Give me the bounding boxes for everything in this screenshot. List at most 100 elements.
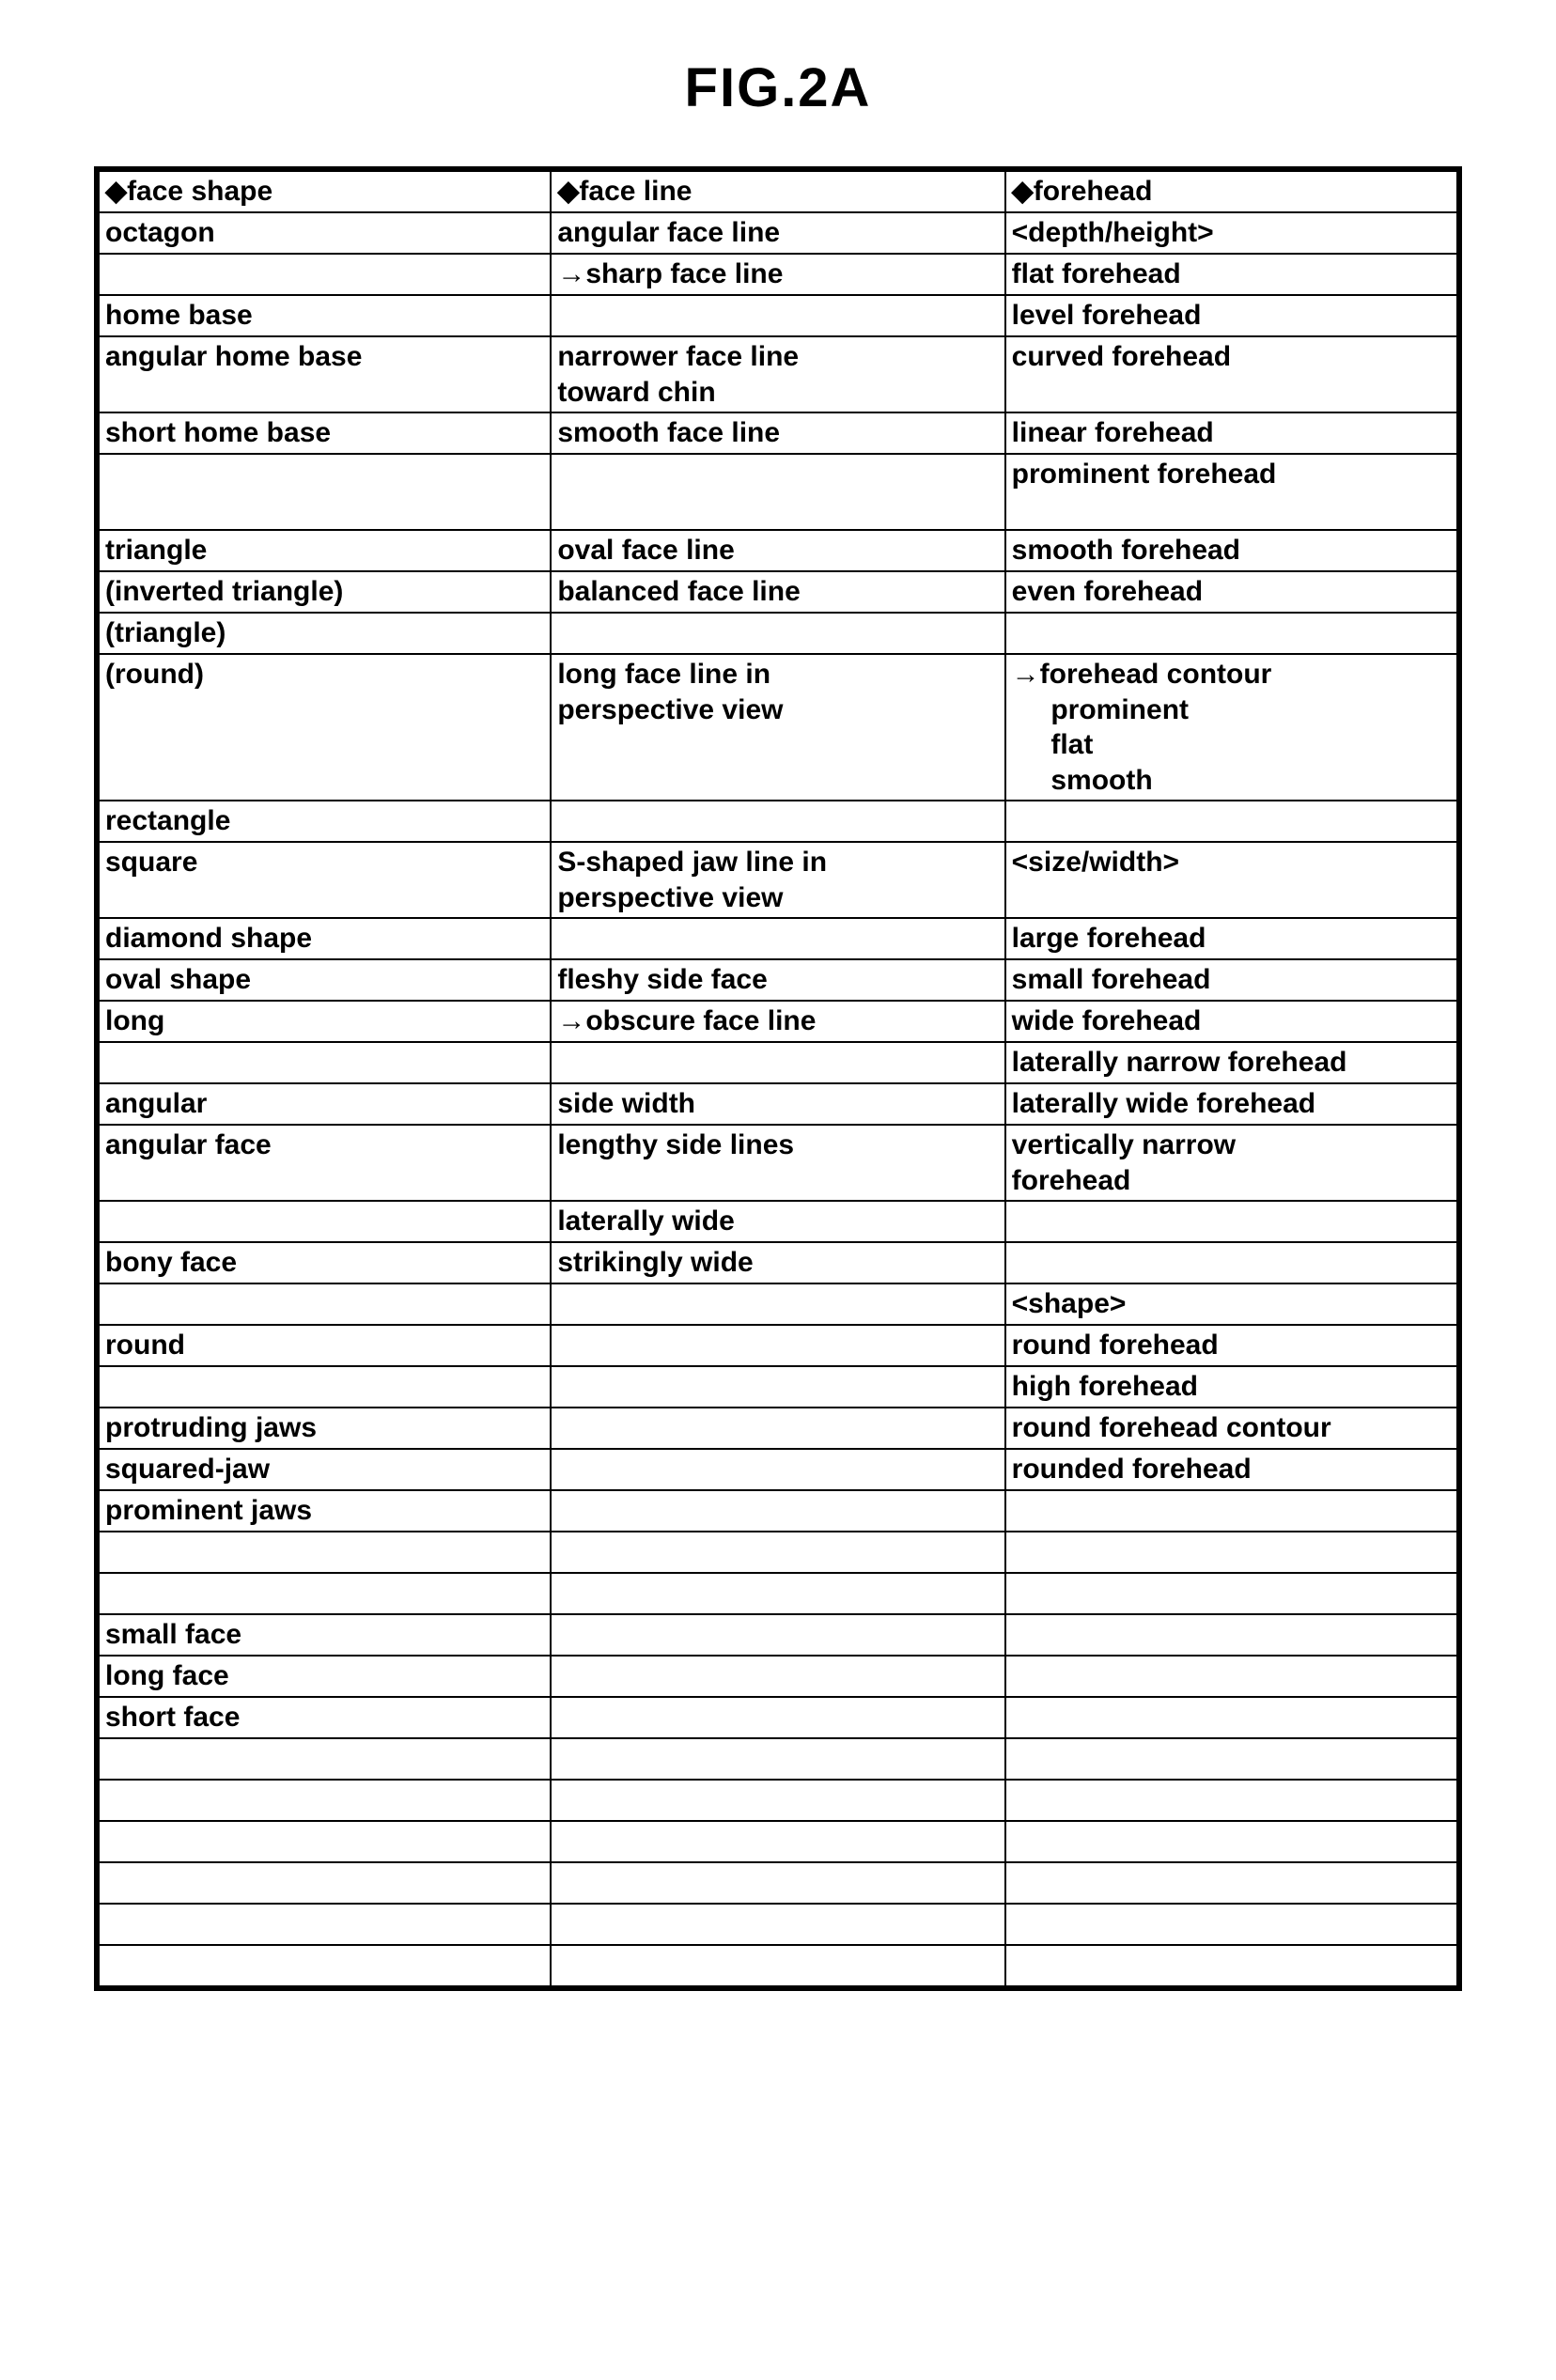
- table-cell: [551, 1656, 1004, 1697]
- table-cell: angular face line: [551, 212, 1004, 254]
- table-cell: [551, 1490, 1004, 1532]
- table-row: prominent forehead: [97, 454, 1459, 530]
- table-cell: [551, 1945, 1004, 1988]
- table-cell: linear forehead: [1005, 412, 1459, 454]
- table-cell: (inverted triangle): [97, 571, 551, 613]
- table-row: ◆face shape◆face line◆forehead: [97, 169, 1459, 212]
- table-row: squareS-shaped jaw line in perspective v…: [97, 842, 1459, 918]
- table-row: <shape>: [97, 1283, 1459, 1325]
- table-cell: [97, 1366, 551, 1408]
- table-cell: [1005, 801, 1459, 842]
- table-cell: ◆forehead: [1005, 169, 1459, 212]
- table-cell: side width: [551, 1083, 1004, 1125]
- table-cell: [1005, 1697, 1459, 1738]
- table-cell: [551, 1614, 1004, 1656]
- table-cell: [1005, 1573, 1459, 1614]
- table-cell: angular: [97, 1083, 551, 1125]
- table-cell: lengthy side lines: [551, 1125, 1004, 1201]
- table-cell: curved forehead: [1005, 336, 1459, 412]
- table-cell: [1005, 1656, 1459, 1697]
- table-cell: [551, 1904, 1004, 1945]
- table-cell: [551, 454, 1004, 530]
- table-cell: protruding jaws: [97, 1408, 551, 1449]
- table-cell: flat forehead: [1005, 254, 1459, 295]
- table-cell: [97, 1945, 551, 1988]
- table-cell: long face line in perspective view: [551, 654, 1004, 801]
- table-cell: →obscure face line: [551, 1001, 1004, 1042]
- table-cell: small forehead: [1005, 959, 1459, 1001]
- table-cell: square: [97, 842, 551, 918]
- table-cell: angular home base: [97, 336, 551, 412]
- table-row: (triangle): [97, 613, 1459, 654]
- table-cell: [97, 254, 551, 295]
- table-cell: [1005, 613, 1459, 654]
- table-row: [97, 1862, 1459, 1904]
- table-cell: [551, 1042, 1004, 1083]
- table-cell: round: [97, 1325, 551, 1366]
- table-cell: oval face line: [551, 530, 1004, 571]
- table-cell: [551, 1821, 1004, 1862]
- table-cell: (triangle): [97, 613, 551, 654]
- table-cell: [1005, 1614, 1459, 1656]
- table-cell: [551, 1738, 1004, 1780]
- table-cell: strikingly wide: [551, 1242, 1004, 1283]
- table-row: short home basesmooth face linelinear fo…: [97, 412, 1459, 454]
- table-cell: fleshy side face: [551, 959, 1004, 1001]
- table-cell: →sharp face line: [551, 254, 1004, 295]
- table-cell: [97, 1904, 551, 1945]
- table-cell: [97, 1780, 551, 1821]
- table-row: [97, 1780, 1459, 1821]
- table-cell: oval shape: [97, 959, 551, 1001]
- table-row: protruding jaws round forehead contour: [97, 1408, 1459, 1449]
- table-cell: <depth/height>: [1005, 212, 1459, 254]
- data-table: ◆face shape◆face line◆foreheadoctagonang…: [94, 166, 1462, 1991]
- table-cell: [97, 1738, 551, 1780]
- table-row: laterally narrow forehead: [97, 1042, 1459, 1083]
- table-row: [97, 1738, 1459, 1780]
- table-cell: triangle: [97, 530, 551, 571]
- table-cell: round forehead contour: [1005, 1408, 1459, 1449]
- table-row: short face: [97, 1697, 1459, 1738]
- table-cell: [551, 1573, 1004, 1614]
- table-cell: high forehead: [1005, 1366, 1459, 1408]
- table-cell: octagon: [97, 212, 551, 254]
- table-row: prominent jaws: [97, 1490, 1459, 1532]
- table-cell: <size/width>: [1005, 842, 1459, 918]
- table-row: long→obscure face linewide forehead: [97, 1001, 1459, 1042]
- table-row: home baselevel forehead: [97, 295, 1459, 336]
- table-cell: rounded forehead: [1005, 1449, 1459, 1490]
- table-cell: large forehead: [1005, 918, 1459, 959]
- table-cell: [1005, 1904, 1459, 1945]
- table-cell: even forehead: [1005, 571, 1459, 613]
- table-row: angularside widthlaterally wide forehead: [97, 1083, 1459, 1125]
- table-cell: angular face: [97, 1125, 551, 1201]
- table-cell: rectangle: [97, 801, 551, 842]
- table-row: rectangle: [97, 801, 1459, 842]
- table-cell: short face: [97, 1697, 551, 1738]
- table-cell: →forehead contour prominent flat smooth: [1005, 654, 1459, 801]
- table-row: long face: [97, 1656, 1459, 1697]
- table-cell: long face: [97, 1656, 551, 1697]
- table-cell: [551, 1780, 1004, 1821]
- table-cell: [97, 1821, 551, 1862]
- table-cell: laterally wide forehead: [1005, 1083, 1459, 1125]
- table-row: angular facelengthy side linesvertically…: [97, 1125, 1459, 1201]
- table-cell: home base: [97, 295, 551, 336]
- table-row: diamond shapelarge forehead: [97, 918, 1459, 959]
- table-cell: prominent jaws: [97, 1490, 551, 1532]
- table-cell: [1005, 1242, 1459, 1283]
- page: FIG.2A ◆face shape◆face line◆foreheadoct…: [0, 0, 1556, 2047]
- table-cell: S-shaped jaw line in perspective view: [551, 842, 1004, 918]
- table-cell: [551, 1862, 1004, 1904]
- table-cell: smooth forehead: [1005, 530, 1459, 571]
- table-cell: [551, 295, 1004, 336]
- table-row: oval shapefleshy side facesmall forehead: [97, 959, 1459, 1001]
- table-cell: [1005, 1945, 1459, 1988]
- table-cell: ◆face line: [551, 169, 1004, 212]
- table-row: octagonangular face line<depth/height>: [97, 212, 1459, 254]
- table-row: [97, 1821, 1459, 1862]
- table-cell: long: [97, 1001, 551, 1042]
- table-cell: [551, 1532, 1004, 1573]
- table-row: high forehead: [97, 1366, 1459, 1408]
- table-cell: [97, 1532, 551, 1573]
